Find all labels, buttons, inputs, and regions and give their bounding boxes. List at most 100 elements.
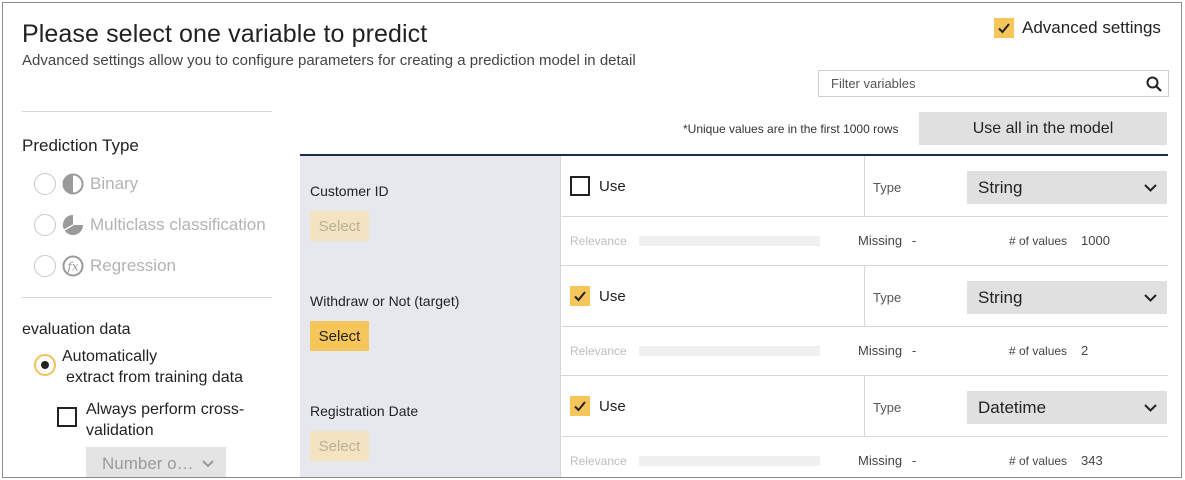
missing-value: -	[912, 453, 917, 468]
variable-name-cell: Registration Date Select	[300, 376, 561, 477]
cross-validation-option[interactable]: Always perform cross- validation	[57, 399, 244, 441]
divider	[864, 156, 865, 217]
radio-button[interactable]	[34, 214, 56, 236]
variable-name: Registration Date	[310, 403, 419, 419]
missing-label: Missing	[858, 343, 903, 358]
variable-row: Registration Date Select Use Type Dateti…	[300, 376, 1168, 477]
type-label: Type	[873, 290, 902, 305]
use-label: Use	[599, 287, 626, 305]
multiclass-icon	[62, 214, 84, 236]
relevance-label: Relevance	[570, 234, 627, 248]
svg-text:fx: fx	[66, 260, 78, 274]
variable-name: Customer ID	[310, 183, 389, 199]
variable-name-cell: Withdraw or Not (target) Select	[300, 266, 561, 376]
use-checkbox[interactable]	[570, 176, 590, 196]
number-of-folds-select[interactable]: Number o…	[86, 447, 226, 477]
divider	[864, 376, 865, 437]
type-value: Datetime	[978, 397, 1047, 417]
missing-label: Missing	[858, 233, 903, 248]
prediction-type-multiclass[interactable]: Multiclass classification	[34, 214, 266, 236]
divider	[864, 266, 865, 327]
filter-variables-input[interactable]	[819, 71, 1140, 96]
variable-settings: Use Type Datetime	[562, 376, 1168, 437]
relevance-bar	[639, 456, 820, 466]
prediction-type-heading: Prediction Type	[22, 136, 139, 155]
use-all-button[interactable]: Use all in the model	[919, 112, 1167, 145]
prediction-type-label: Binary	[90, 174, 139, 193]
use-toggle[interactable]: Use	[570, 396, 626, 416]
divider	[22, 297, 272, 298]
use-toggle[interactable]: Use	[570, 176, 626, 196]
unique-values-note: *Unique values are in the first 1000 row…	[683, 122, 899, 136]
missing-value: -	[912, 233, 917, 248]
search-icon[interactable]	[1140, 76, 1168, 92]
divider	[22, 111, 272, 112]
radio-button[interactable]	[34, 255, 56, 277]
checkmark-icon	[998, 23, 1010, 34]
page-title: Please select one variable to predict	[22, 20, 428, 48]
values-count-label: # of values	[1009, 234, 1068, 248]
type-dropdown[interactable]: String	[967, 171, 1167, 204]
values-count: 2	[1081, 343, 1089, 358]
variable-settings: Use Type String	[562, 156, 1168, 217]
values-count-label: # of values	[1009, 344, 1068, 358]
cross-validation-line1: Always perform cross-	[86, 401, 245, 418]
advanced-settings-checkbox[interactable]	[994, 18, 1014, 38]
prediction-type-label: Multiclass classification	[90, 215, 266, 234]
auto-extract-label: Automatically extract from training data	[62, 346, 243, 388]
cross-validation-label: Always perform cross- validation	[86, 399, 244, 441]
cross-validation-checkbox[interactable]	[57, 407, 77, 427]
radio-button[interactable]	[34, 354, 56, 376]
radio-button[interactable]	[34, 173, 56, 195]
chevron-down-icon	[1144, 403, 1157, 412]
use-label: Use	[599, 397, 626, 415]
missing-value: -	[912, 343, 917, 358]
relevance-bar	[639, 346, 820, 356]
type-label: Type	[873, 400, 902, 415]
values-count: 343	[1081, 453, 1103, 468]
use-checkbox[interactable]	[570, 286, 590, 306]
advanced-settings-toggle[interactable]: Advanced settings	[994, 18, 1161, 38]
checkmark-icon	[574, 401, 586, 412]
use-label: Use	[599, 177, 626, 195]
variable-row: Customer ID Select Use Type String Relev…	[300, 156, 1168, 266]
variable-stats: Relevance Missing - # of values 2	[562, 327, 1168, 375]
variable-stats: Relevance Missing - # of values 343	[562, 437, 1168, 477]
variable-stats: Relevance Missing - # of values 1000	[562, 217, 1168, 265]
regression-icon: fx	[62, 255, 84, 277]
prediction-type-regression[interactable]: fx Regression	[34, 255, 176, 277]
auto-extract-line2: extract from training data	[66, 369, 243, 386]
relevance-label: Relevance	[570, 344, 627, 358]
chevron-down-icon	[1144, 293, 1157, 302]
variable-name: Withdraw or Not (target)	[310, 293, 460, 309]
cross-validation-line2: validation	[86, 422, 154, 439]
auto-extract-option[interactable]: Automatically extract from training data	[34, 346, 243, 388]
use-toggle[interactable]: Use	[570, 286, 626, 306]
prediction-type-binary[interactable]: Binary	[34, 173, 138, 195]
auto-extract-line1: Automatically	[62, 348, 158, 365]
chevron-down-icon	[1144, 183, 1157, 192]
relevance-bar	[639, 236, 820, 246]
select-target-button[interactable]: Select	[310, 431, 369, 461]
variable-settings: Use Type String	[562, 266, 1168, 327]
type-dropdown[interactable]: String	[967, 281, 1167, 314]
missing-label: Missing	[858, 453, 903, 468]
advanced-settings-label: Advanced settings	[1022, 18, 1161, 37]
prediction-settings-panel: Please select one variable to predict Ad…	[2, 2, 1182, 478]
variable-row: Withdraw or Not (target) Select Use Type…	[300, 266, 1168, 376]
use-checkbox[interactable]	[570, 396, 590, 416]
binary-icon	[62, 173, 84, 195]
values-count-label: # of values	[1009, 454, 1068, 468]
select-target-button[interactable]: Select	[310, 211, 369, 241]
evaluation-data-heading: evaluation data	[22, 321, 131, 338]
relevance-label: Relevance	[570, 454, 627, 468]
filter-variables-box	[818, 70, 1169, 97]
prediction-type-label: Regression	[90, 256, 176, 275]
variable-name-cell: Customer ID Select	[300, 156, 561, 266]
select-target-button[interactable]: Select	[310, 321, 369, 351]
type-dropdown[interactable]: Datetime	[967, 391, 1167, 424]
values-count: 1000	[1081, 233, 1110, 248]
checkmark-icon	[574, 291, 586, 302]
chevron-down-icon	[201, 460, 214, 468]
variables-table: Customer ID Select Use Type String Relev…	[300, 154, 1168, 477]
